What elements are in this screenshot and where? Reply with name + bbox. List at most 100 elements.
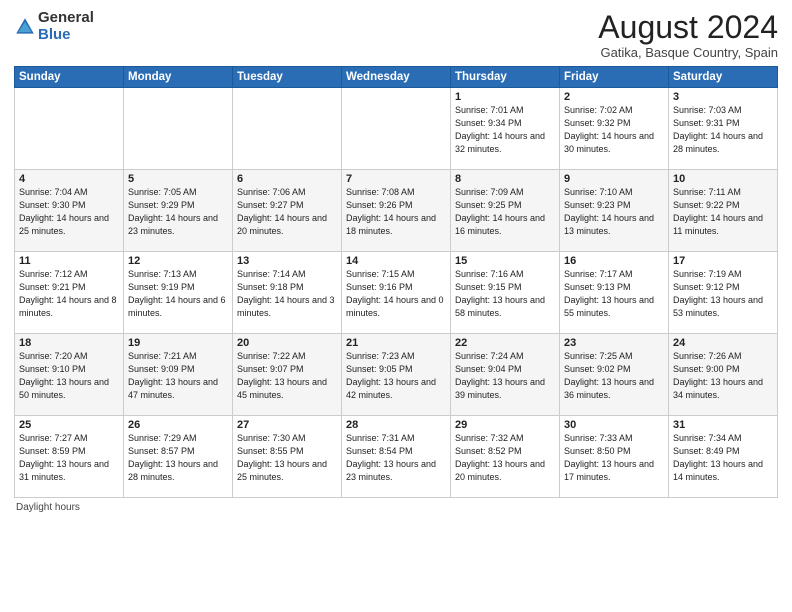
day-number: 23	[564, 337, 664, 349]
col-saturday: Saturday	[669, 67, 778, 88]
day-info: Sunrise: 7:26 AMSunset: 9:00 PMDaylight:…	[673, 350, 773, 402]
day-info: Sunrise: 7:14 AMSunset: 9:18 PMDaylight:…	[237, 268, 337, 320]
day-number: 4	[19, 173, 119, 185]
day-info: Sunrise: 7:01 AMSunset: 9:34 PMDaylight:…	[455, 104, 555, 156]
day-info: Sunrise: 7:15 AMSunset: 9:16 PMDaylight:…	[346, 268, 446, 320]
day-info: Sunrise: 7:08 AMSunset: 9:26 PMDaylight:…	[346, 186, 446, 238]
day-number: 7	[346, 173, 446, 185]
table-row: 4Sunrise: 7:04 AMSunset: 9:30 PMDaylight…	[15, 170, 124, 252]
day-number: 27	[237, 419, 337, 431]
day-number: 18	[19, 337, 119, 349]
table-row: 18Sunrise: 7:20 AMSunset: 9:10 PMDayligh…	[15, 334, 124, 416]
table-row: 30Sunrise: 7:33 AMSunset: 8:50 PMDayligh…	[560, 416, 669, 498]
day-info: Sunrise: 7:30 AMSunset: 8:55 PMDaylight:…	[237, 432, 337, 484]
col-thursday: Thursday	[451, 67, 560, 88]
day-number: 26	[128, 419, 228, 431]
day-number: 25	[19, 419, 119, 431]
day-info: Sunrise: 7:31 AMSunset: 8:54 PMDaylight:…	[346, 432, 446, 484]
logo-blue-text: Blue	[38, 26, 71, 43]
table-row: 8Sunrise: 7:09 AMSunset: 9:25 PMDaylight…	[451, 170, 560, 252]
day-number: 9	[564, 173, 664, 185]
calendar-week-row: 11Sunrise: 7:12 AMSunset: 9:21 PMDayligh…	[15, 252, 778, 334]
table-row: 31Sunrise: 7:34 AMSunset: 8:49 PMDayligh…	[669, 416, 778, 498]
table-row	[124, 88, 233, 170]
table-row: 17Sunrise: 7:19 AMSunset: 9:12 PMDayligh…	[669, 252, 778, 334]
table-row: 9Sunrise: 7:10 AMSunset: 9:23 PMDaylight…	[560, 170, 669, 252]
day-number: 6	[237, 173, 337, 185]
table-row	[342, 88, 451, 170]
title-block: August 2024 Gatika, Basque Country, Spai…	[598, 10, 778, 60]
day-info: Sunrise: 7:03 AMSunset: 9:31 PMDaylight:…	[673, 104, 773, 156]
day-number: 30	[564, 419, 664, 431]
table-row	[15, 88, 124, 170]
table-row: 21Sunrise: 7:23 AMSunset: 9:05 PMDayligh…	[342, 334, 451, 416]
calendar-header-row: Sunday Monday Tuesday Wednesday Thursday…	[15, 67, 778, 88]
table-row: 11Sunrise: 7:12 AMSunset: 9:21 PMDayligh…	[15, 252, 124, 334]
logo: General Blue	[14, 10, 94, 43]
day-info: Sunrise: 7:33 AMSunset: 8:50 PMDaylight:…	[564, 432, 664, 484]
table-row: 6Sunrise: 7:06 AMSunset: 9:27 PMDaylight…	[233, 170, 342, 252]
day-number: 5	[128, 173, 228, 185]
month-year: August 2024	[598, 10, 778, 45]
day-number: 10	[673, 173, 773, 185]
table-row: 5Sunrise: 7:05 AMSunset: 9:29 PMDaylight…	[124, 170, 233, 252]
day-number: 21	[346, 337, 446, 349]
day-number: 2	[564, 91, 664, 103]
day-number: 28	[346, 419, 446, 431]
day-number: 3	[673, 91, 773, 103]
day-number: 8	[455, 173, 555, 185]
day-info: Sunrise: 7:19 AMSunset: 9:12 PMDaylight:…	[673, 268, 773, 320]
table-row: 2Sunrise: 7:02 AMSunset: 9:32 PMDaylight…	[560, 88, 669, 170]
day-number: 14	[346, 255, 446, 267]
day-number: 13	[237, 255, 337, 267]
table-row: 14Sunrise: 7:15 AMSunset: 9:16 PMDayligh…	[342, 252, 451, 334]
table-row: 29Sunrise: 7:32 AMSunset: 8:52 PMDayligh…	[451, 416, 560, 498]
day-number: 22	[455, 337, 555, 349]
table-row: 28Sunrise: 7:31 AMSunset: 8:54 PMDayligh…	[342, 416, 451, 498]
day-info: Sunrise: 7:25 AMSunset: 9:02 PMDaylight:…	[564, 350, 664, 402]
calendar-week-row: 4Sunrise: 7:04 AMSunset: 9:30 PMDaylight…	[15, 170, 778, 252]
table-row: 13Sunrise: 7:14 AMSunset: 9:18 PMDayligh…	[233, 252, 342, 334]
table-row: 22Sunrise: 7:24 AMSunset: 9:04 PMDayligh…	[451, 334, 560, 416]
day-info: Sunrise: 7:24 AMSunset: 9:04 PMDaylight:…	[455, 350, 555, 402]
day-number: 19	[128, 337, 228, 349]
table-row: 10Sunrise: 7:11 AMSunset: 9:22 PMDayligh…	[669, 170, 778, 252]
day-number: 12	[128, 255, 228, 267]
table-row: 26Sunrise: 7:29 AMSunset: 8:57 PMDayligh…	[124, 416, 233, 498]
day-info: Sunrise: 7:21 AMSunset: 9:09 PMDaylight:…	[128, 350, 228, 402]
table-row: 20Sunrise: 7:22 AMSunset: 9:07 PMDayligh…	[233, 334, 342, 416]
table-row: 7Sunrise: 7:08 AMSunset: 9:26 PMDaylight…	[342, 170, 451, 252]
day-info: Sunrise: 7:13 AMSunset: 9:19 PMDaylight:…	[128, 268, 228, 320]
table-row: 3Sunrise: 7:03 AMSunset: 9:31 PMDaylight…	[669, 88, 778, 170]
logo-general-text: General	[38, 9, 94, 26]
col-tuesday: Tuesday	[233, 67, 342, 88]
table-row: 1Sunrise: 7:01 AMSunset: 9:34 PMDaylight…	[451, 88, 560, 170]
table-row: 15Sunrise: 7:16 AMSunset: 9:15 PMDayligh…	[451, 252, 560, 334]
location: Gatika, Basque Country, Spain	[598, 45, 778, 60]
day-info: Sunrise: 7:11 AMSunset: 9:22 PMDaylight:…	[673, 186, 773, 238]
day-number: 29	[455, 419, 555, 431]
day-info: Sunrise: 7:05 AMSunset: 9:29 PMDaylight:…	[128, 186, 228, 238]
day-info: Sunrise: 7:23 AMSunset: 9:05 PMDaylight:…	[346, 350, 446, 402]
footer-note: Daylight hours	[14, 502, 778, 513]
calendar-week-row: 25Sunrise: 7:27 AMSunset: 8:59 PMDayligh…	[15, 416, 778, 498]
day-number: 20	[237, 337, 337, 349]
day-info: Sunrise: 7:16 AMSunset: 9:15 PMDaylight:…	[455, 268, 555, 320]
day-number: 17	[673, 255, 773, 267]
day-info: Sunrise: 7:10 AMSunset: 9:23 PMDaylight:…	[564, 186, 664, 238]
day-info: Sunrise: 7:34 AMSunset: 8:49 PMDaylight:…	[673, 432, 773, 484]
day-info: Sunrise: 7:22 AMSunset: 9:07 PMDaylight:…	[237, 350, 337, 402]
day-info: Sunrise: 7:20 AMSunset: 9:10 PMDaylight:…	[19, 350, 119, 402]
table-row: 24Sunrise: 7:26 AMSunset: 9:00 PMDayligh…	[669, 334, 778, 416]
table-row: 23Sunrise: 7:25 AMSunset: 9:02 PMDayligh…	[560, 334, 669, 416]
logo-icon	[14, 16, 36, 38]
calendar-week-row: 1Sunrise: 7:01 AMSunset: 9:34 PMDaylight…	[15, 88, 778, 170]
table-row: 27Sunrise: 7:30 AMSunset: 8:55 PMDayligh…	[233, 416, 342, 498]
calendar-table: Sunday Monday Tuesday Wednesday Thursday…	[14, 66, 778, 498]
day-number: 24	[673, 337, 773, 349]
day-number: 31	[673, 419, 773, 431]
day-info: Sunrise: 7:32 AMSunset: 8:52 PMDaylight:…	[455, 432, 555, 484]
header: General Blue August 2024 Gatika, Basque …	[14, 10, 778, 60]
col-wednesday: Wednesday	[342, 67, 451, 88]
day-number: 11	[19, 255, 119, 267]
